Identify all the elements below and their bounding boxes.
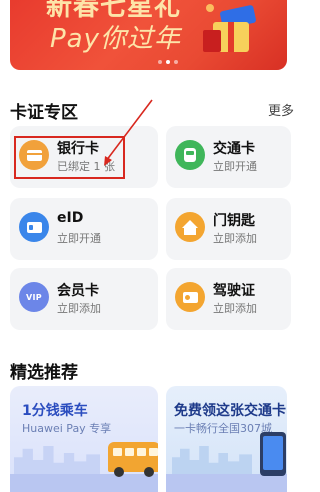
annotation-highlight-box xyxy=(14,136,125,179)
promo-card-title: 1分钱乘车 xyxy=(22,403,88,419)
card-transit[interactable]: 交通卡 立即开通 xyxy=(166,126,291,188)
promo-card-transit[interactable]: 免费领这张交通卡 一卡畅行全国307城 xyxy=(166,386,287,492)
eid-icon xyxy=(19,212,49,242)
vip-card-icon: VIP xyxy=(19,282,49,312)
phone-illustration xyxy=(260,432,286,476)
carousel-dot[interactable] xyxy=(174,60,178,64)
carousel-indicator[interactable] xyxy=(158,60,178,64)
card-subtitle: 立即添加 xyxy=(57,302,101,315)
transit-card-icon xyxy=(175,140,205,170)
more-link[interactable]: 更多 xyxy=(268,100,294,119)
card-title: 门钥匙 xyxy=(213,213,255,229)
promo-card-title: 免费领这张交通卡 xyxy=(174,403,286,419)
vip-badge: VIP xyxy=(26,292,42,302)
card-subtitle: 立即添加 xyxy=(213,302,257,315)
bus-illustration xyxy=(108,442,158,477)
card-eid[interactable]: eID 立即开通 xyxy=(10,198,158,260)
cards-section-title: 卡证专区 xyxy=(10,103,78,123)
card-subtitle: 立即开通 xyxy=(213,160,257,173)
card-title: eID xyxy=(57,210,84,226)
card-subtitle: 立即开通 xyxy=(57,232,101,245)
door-key-icon xyxy=(175,212,205,242)
carousel-dot[interactable] xyxy=(158,60,162,64)
card-title: 交通卡 xyxy=(213,141,255,157)
card-subtitle: 立即添加 xyxy=(213,232,257,245)
card-membership[interactable]: VIP 会员卡 立即添加 xyxy=(10,268,158,330)
recommend-section-title: 精选推荐 xyxy=(10,363,78,383)
card-door-key[interactable]: 门钥匙 立即添加 xyxy=(166,198,291,260)
banner-slogan: Pay你过年 xyxy=(50,24,181,54)
city-skyline-illustration xyxy=(14,446,100,474)
card-title: 驾驶证 xyxy=(213,283,255,299)
promo-card-subtitle: 一卡畅行全国307城 xyxy=(174,422,272,435)
card-driver-license[interactable]: 驾驶证 立即添加 xyxy=(166,268,291,330)
promo-card-ride[interactable]: 1分钱乘车 Huawei Pay 专享 xyxy=(10,386,158,492)
card-title: 会员卡 xyxy=(57,283,99,299)
promo-card-subtitle: Huawei Pay 专享 xyxy=(22,422,112,435)
city-skyline-illustration xyxy=(172,446,252,474)
gift-illustration xyxy=(203,4,261,54)
driver-license-icon xyxy=(175,282,205,312)
promo-banner[interactable]: 新春七星礼 Pay你过年 xyxy=(10,0,287,70)
carousel-dot-active[interactable] xyxy=(166,60,170,64)
